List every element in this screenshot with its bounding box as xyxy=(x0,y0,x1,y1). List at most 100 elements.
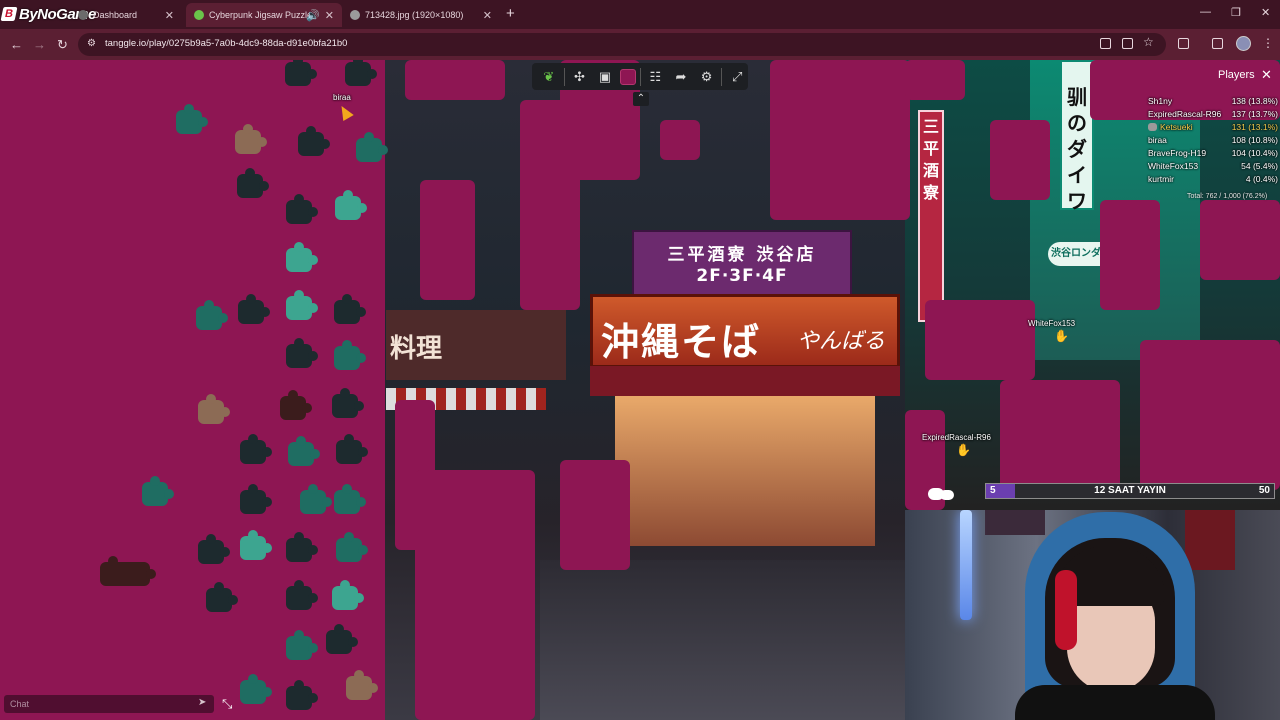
chat-input[interactable] xyxy=(10,697,188,711)
tab-audio-icon[interactable]: 🔊 xyxy=(306,9,320,22)
tab-close-icon[interactable]: ✕ xyxy=(483,9,492,22)
cast-icon[interactable] xyxy=(1122,38,1133,49)
puzzle-piece[interactable] xyxy=(336,434,368,464)
address-bar[interactable]: ⚙ tanggle.io/play/0275b9a5-7a0b-4dc9-88d… xyxy=(78,33,1166,56)
vertical-sign-left: 三平酒寮 xyxy=(918,110,944,322)
shrink-icon[interactable]: ⤡ xyxy=(222,696,232,712)
player-row-self: Ketsueki 131 (13.1%) xyxy=(1148,122,1280,134)
tab-image[interactable]: 713428.jpg (1920×1080) ✕ xyxy=(342,3,500,27)
players-icon[interactable]: ☷ xyxy=(645,66,667,88)
puzzle-piece[interactable] xyxy=(345,60,377,86)
puzzle-piece[interactable] xyxy=(335,190,367,220)
chevron-up-icon[interactable]: ⌃ xyxy=(633,92,649,106)
missing-area xyxy=(905,60,965,100)
logo-mark-icon: B xyxy=(0,7,18,21)
puzzle-piece[interactable] xyxy=(332,388,364,418)
puzzle-piece[interactable] xyxy=(288,436,320,466)
puzzle-piece[interactable] xyxy=(286,630,318,660)
translate-icon[interactable] xyxy=(1100,38,1111,49)
puzzle-piece[interactable] xyxy=(286,290,318,320)
puzzle-piece[interactable] xyxy=(334,340,366,370)
puzzle-piece[interactable] xyxy=(100,556,156,586)
toolbar-divider xyxy=(563,67,565,86)
puzzle-piece[interactable] xyxy=(286,242,318,272)
goal-current: 5 xyxy=(990,485,996,496)
bookmark-star-icon[interactable]: ☆ xyxy=(1143,35,1154,49)
share-icon[interactable]: ➦ xyxy=(670,66,692,88)
restore-icon[interactable]: ❐ xyxy=(1231,6,1241,19)
puzzle-piece[interactable] xyxy=(176,104,208,134)
toolbar-divider xyxy=(639,67,641,86)
toolbar-divider xyxy=(721,67,723,86)
tab-close-icon[interactable]: ✕ xyxy=(165,9,174,22)
lamp xyxy=(960,510,972,620)
puzzle-piece[interactable] xyxy=(336,532,368,562)
missing-area xyxy=(415,470,535,720)
new-tab-icon[interactable]: + xyxy=(506,5,515,22)
close-icon[interactable]: ✕ xyxy=(1261,67,1272,83)
tab-close-icon[interactable]: ✕ xyxy=(325,9,334,22)
chat-box: ➤ xyxy=(4,695,214,713)
puzzle-piece[interactable] xyxy=(298,126,330,156)
player-row: BraveFrog-H19 104 (10.4%) xyxy=(1148,148,1278,158)
missing-area xyxy=(405,60,505,100)
puzzle-piece[interactable] xyxy=(240,434,272,464)
minimize-icon[interactable]: — xyxy=(1200,6,1211,18)
color-swatch[interactable] xyxy=(619,68,636,85)
puzzle-piece[interactable] xyxy=(286,680,318,710)
menu-kebab-icon[interactable]: ⋮ xyxy=(1262,36,1274,50)
url-text[interactable]: tanggle.io/play/0275b9a5-7a0b-4dc9-88da-… xyxy=(105,38,347,49)
puzzle-piece[interactable] xyxy=(238,294,270,324)
leaf-icon[interactable]: ❦ xyxy=(538,66,560,88)
image-preview-icon[interactable]: ▣ xyxy=(594,66,616,88)
puzzle-piece[interactable] xyxy=(142,476,174,506)
cursor-hand-icon: ✋ xyxy=(956,443,971,457)
puzzle-piece[interactable] xyxy=(346,670,378,700)
player-row: Sh1ny 138 (13.8%) xyxy=(1148,96,1278,106)
puzzle-piece[interactable] xyxy=(285,60,317,86)
puzzle-piece[interactable] xyxy=(240,674,272,704)
puzzle-piece[interactable] xyxy=(196,300,228,330)
puzzle-piece[interactable] xyxy=(334,294,366,324)
puzzle-piece[interactable] xyxy=(206,582,238,612)
send-icon[interactable]: ➤ xyxy=(198,697,206,708)
reload-icon[interactable]: ↻ xyxy=(57,37,68,53)
puzzle-piece[interactable] xyxy=(286,194,318,224)
profile-avatar[interactable] xyxy=(1236,36,1251,51)
puzzle-piece[interactable] xyxy=(300,484,332,514)
puzzle-piece[interactable] xyxy=(356,132,388,162)
tab-puzzle[interactable]: Cyberpunk Jigsaw Puzzle 🔊 ✕ xyxy=(186,3,342,27)
puzzle-canvas[interactable]: 料理 三平酒寮 渋谷店 2F·3F·4F 沖縄そば やんばる 三平酒寮 驯のダイ… xyxy=(0,60,1280,720)
puzzle-piece[interactable] xyxy=(235,124,267,154)
red-hair-streak xyxy=(1055,570,1077,650)
puzzle-piece[interactable] xyxy=(332,580,364,610)
puzzle-piece[interactable] xyxy=(240,530,272,560)
puzzle-piece-icon[interactable]: ✣ xyxy=(569,66,591,88)
wall-poster xyxy=(985,510,1045,535)
puzzle-piece[interactable] xyxy=(334,484,366,514)
puzzle-piece[interactable] xyxy=(237,168,269,198)
stream-goal-bar: 12 SAAT YAYIN 5 50 xyxy=(985,483,1275,499)
missing-area xyxy=(1200,200,1280,280)
back-icon[interactable]: ← xyxy=(10,37,23,52)
puzzle-piece[interactable] xyxy=(286,338,318,368)
puzzle-piece[interactable] xyxy=(198,534,230,564)
cursor-arrow-icon xyxy=(336,102,354,122)
site-info-icon[interactable]: ⚙ xyxy=(87,38,96,49)
puzzle-piece[interactable] xyxy=(286,532,318,562)
media-icon[interactable] xyxy=(1212,38,1223,49)
extensions-icon[interactable] xyxy=(1178,38,1189,49)
shop-front xyxy=(615,396,875,546)
puzzle-piece[interactable] xyxy=(286,580,318,610)
forward-icon[interactable]: → xyxy=(33,37,46,52)
window-close-icon[interactable]: ✕ xyxy=(1261,6,1270,19)
settings-icon[interactable]: ⚙ xyxy=(696,66,718,88)
puzzle-piece[interactable] xyxy=(240,484,272,514)
puzzle-piece[interactable] xyxy=(280,390,312,420)
missing-area xyxy=(420,180,475,300)
tab-dashboard[interactable]: Dashboard ✕ xyxy=(70,3,182,27)
puzzle-piece[interactable] xyxy=(326,624,358,654)
puzzle-piece[interactable] xyxy=(198,394,230,424)
player-row: WhiteFox153 54 (5.4%) xyxy=(1148,161,1278,171)
fullscreen-icon[interactable]: ⤢ xyxy=(726,66,748,88)
